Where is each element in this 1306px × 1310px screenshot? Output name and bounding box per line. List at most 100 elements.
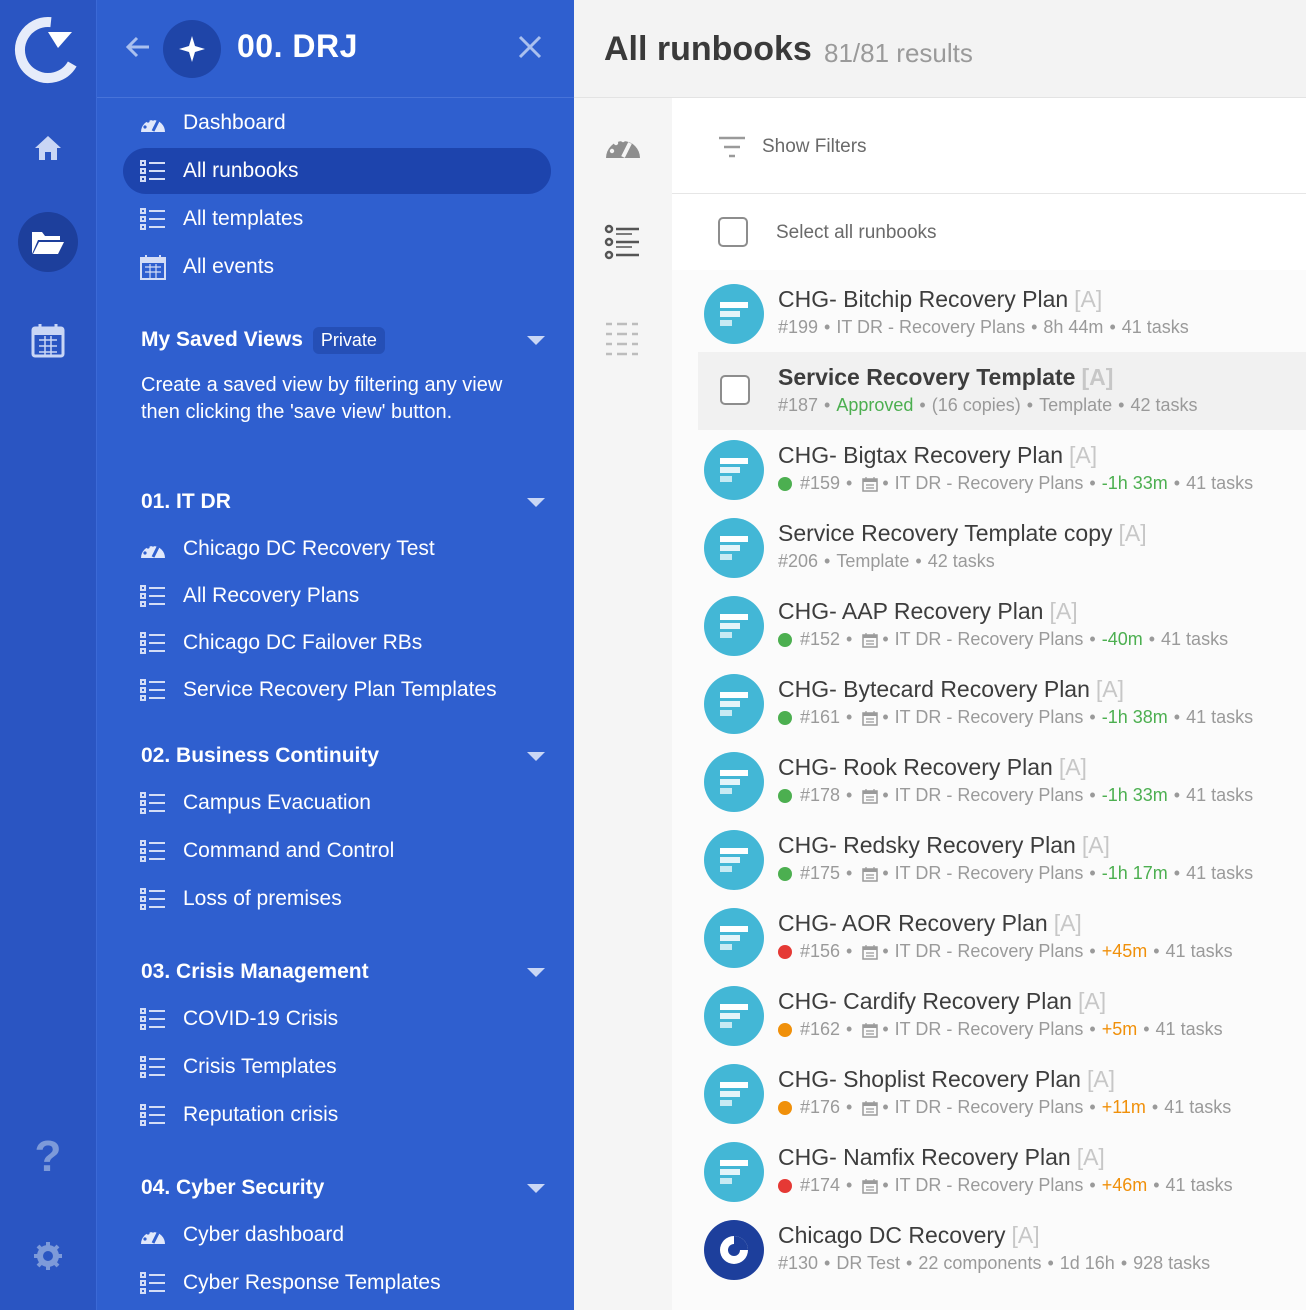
runbook-tag: [A] [1081,832,1110,858]
runbook-avatar-icon[interactable] [704,674,764,734]
section-title: 01. IT DR [141,490,231,513]
nav-item[interactable]: Cyber Response Templates [123,1260,551,1306]
runbook-avatar-icon[interactable] [704,440,764,500]
view-switcher [574,98,672,1310]
runbook-row[interactable]: Service Recovery Template [A] #187 • Approv… [698,352,1306,430]
select-all-checkbox[interactable] [718,217,748,247]
section-header[interactable]: 04. Cyber Security [141,1172,545,1204]
nav-item-label: All Recovery Plans [183,584,360,607]
runbook-meta-item: 41 tasks [1164,1097,1232,1117]
runbook-avatar-icon[interactable] [704,1064,764,1124]
runbook-title-row[interactable]: CHG- Bytecard Recovery Plan [A] [778,676,1124,703]
runbook-row[interactable]: CHG- Bigtax Recovery Plan [A] #159 • • IT DR… [698,430,1306,508]
nav-item-all-events[interactable]: All events [123,244,551,290]
nav-item[interactable]: Chicago DC Recovery Test [123,526,551,572]
back-arrow-icon[interactable] [123,32,153,62]
runbook-row[interactable]: CHG- Cardify Recovery Plan [A] #162 • • IT D… [698,976,1306,1054]
nav-item[interactable]: Cyber dashboard [123,1212,551,1258]
nav-item[interactable]: COVID-19 Crisis [123,996,551,1042]
section-header[interactable]: 01. IT DR [141,486,545,518]
nav-item[interactable]: Crisis Templates [123,1044,551,1090]
runbook-row[interactable]: CHG- AAP Recovery Plan [A] #152 • • IT DR - … [698,586,1306,664]
runbook-meta: #130 • DR Test • 22 components • 1d 16h • 928 ta… [778,1253,1211,1273]
runbook-avatar-icon[interactable] [704,284,764,344]
runbook-row[interactable]: CHG- Bitchip Recovery Plan [A] #199 • IT DR… [698,274,1306,352]
runbook-row[interactable]: Service Recovery Template copy [A] #206 • T… [698,508,1306,586]
filters-bar[interactable]: Show Filters [672,98,1306,194]
runbook-row[interactable]: Chicago DC Recovery [A] #130 • DR Test • 22 c… [698,1210,1306,1288]
nav-item[interactable]: Loss of premises [123,876,551,922]
nav-item-all-templates[interactable]: All templates [123,196,551,242]
chevron-down-icon[interactable] [527,335,545,345]
nav-item[interactable]: Campus Evacuation [123,780,551,826]
grid-view-icon[interactable] [604,320,640,356]
runbook-meta-item: 41 tasks [1186,473,1254,493]
section-header[interactable]: 03. Crisis Management [141,956,545,988]
chevron-down-icon[interactable] [527,1183,545,1193]
runbook-avatar-icon[interactable] [704,830,764,890]
runbook-row[interactable]: CHG- Namfix Recovery Plan [A] #174 • • IT DR… [698,1132,1306,1210]
chevron-down-icon[interactable] [527,497,545,507]
folder-icon[interactable] [18,212,78,272]
nav-item[interactable]: Chicago DC Failover RBs [123,620,551,666]
runbook-meta-item: #199 [778,317,819,337]
nav-item[interactable]: Reputation crisis [123,1092,551,1138]
runbook-title-row[interactable]: CHG- Cardify Recovery Plan [A] [778,988,1106,1015]
runbook-avatar-icon[interactable] [704,986,764,1046]
saved-views-title: My Saved Views [141,327,303,351]
runbook-checkbox[interactable] [720,375,750,405]
nav-item[interactable]: All Recovery Plans [123,573,551,619]
runbook-row[interactable]: CHG- Redsky Recovery Plan [A] #175 • • IT DR… [698,820,1306,898]
runbook-title-row[interactable]: Chicago DC Recovery [A] [778,1222,1040,1249]
nav-item[interactable]: Service Recovery Plan Templates [123,667,551,713]
runbook-row[interactable]: CHG- Bytecard Recovery Plan [A] #161 • • IT … [698,664,1306,742]
saved-views-header[interactable]: My Saved Views Private [141,324,545,356]
runbook-title-row[interactable]: CHG- Bitchip Recovery Plan [A] [778,286,1102,313]
show-filters-button[interactable]: Show Filters [762,136,867,158]
runbook-title-row[interactable]: CHG- Namfix Recovery Plan [A] [778,1144,1105,1171]
chevron-down-icon[interactable] [527,967,545,977]
runbook-title-row[interactable]: CHG- AAP Recovery Plan [A] [778,598,1078,625]
runbook-meta: #176 • • IT DR - Recovery Plans • +11m • 41 tas… [778,1097,1231,1118]
app-logo-icon[interactable] [14,16,82,84]
runbook-meta-item: 8h 44m [1043,317,1104,337]
nav-item[interactable]: Command and Control [123,828,551,874]
runbook-avatar-icon[interactable] [704,1142,764,1202]
runbook-row[interactable]: CHG- Rook Recovery Plan [A] #178 • • IT DR -… [698,742,1306,820]
runbook-avatar-icon[interactable] [704,596,764,656]
dashboard-icon [123,538,183,560]
runbook-title-row[interactable]: CHG- Redsky Recovery Plan [A] [778,832,1110,859]
runbook-meta: #175 • • IT DR - Recovery Plans • -1h 17m • 41 … [778,863,1253,884]
list-view-icon[interactable] [604,224,640,260]
runbook-row[interactable]: CHG- AOR Recovery Plan [A] #156 • • IT DR - … [698,898,1306,976]
runbook-title-row[interactable]: CHG- Shoplist Recovery Plan [A] [778,1066,1115,1093]
status-dot-icon [778,788,792,803]
runbook-avatar-icon[interactable] [704,908,764,968]
runbook-title-row[interactable]: Service Recovery Template copy [A] [778,520,1147,547]
runbook-title-row[interactable]: Service Recovery Template [A] [778,364,1113,391]
list-icon [123,678,183,702]
nav-item-dashboard[interactable]: Dashboard [123,100,551,146]
runbook-avatar-icon[interactable] [704,752,764,812]
runbook-title-row[interactable]: CHG- AOR Recovery Plan [A] [778,910,1082,937]
nav-item-all-runbooks[interactable]: All runbooks [123,148,551,194]
help-icon[interactable]: ? [30,1132,66,1182]
section-header[interactable]: 02. Business Continuity [141,740,545,772]
runbook-meta-item: DR Test [836,1253,901,1273]
runbook-row[interactable]: CHG- Shoplist Recovery Plan [A] #176 • • IT … [698,1054,1306,1132]
pie-chart-icon[interactable] [704,1220,764,1280]
dashboard-view-icon[interactable] [604,130,642,162]
list-icon [123,207,183,231]
runbook-avatar-icon[interactable] [704,518,764,578]
runbook-meta-item: -1h 33m [1101,785,1168,805]
runbook-title-row[interactable]: CHG- Rook Recovery Plan [A] [778,754,1087,781]
status-dot-icon [778,710,792,725]
runbook-meta-item: IT DR - Recovery Plans [894,941,1084,961]
chevron-down-icon[interactable] [527,751,545,761]
home-icon[interactable] [18,118,78,178]
close-icon[interactable] [517,34,543,60]
runbook-tag: [A] [1081,364,1114,390]
calendar-icon[interactable] [18,310,78,370]
runbook-title-row[interactable]: CHG- Bigtax Recovery Plan [A] [778,442,1097,469]
settings-gear-icon[interactable] [18,1226,78,1286]
